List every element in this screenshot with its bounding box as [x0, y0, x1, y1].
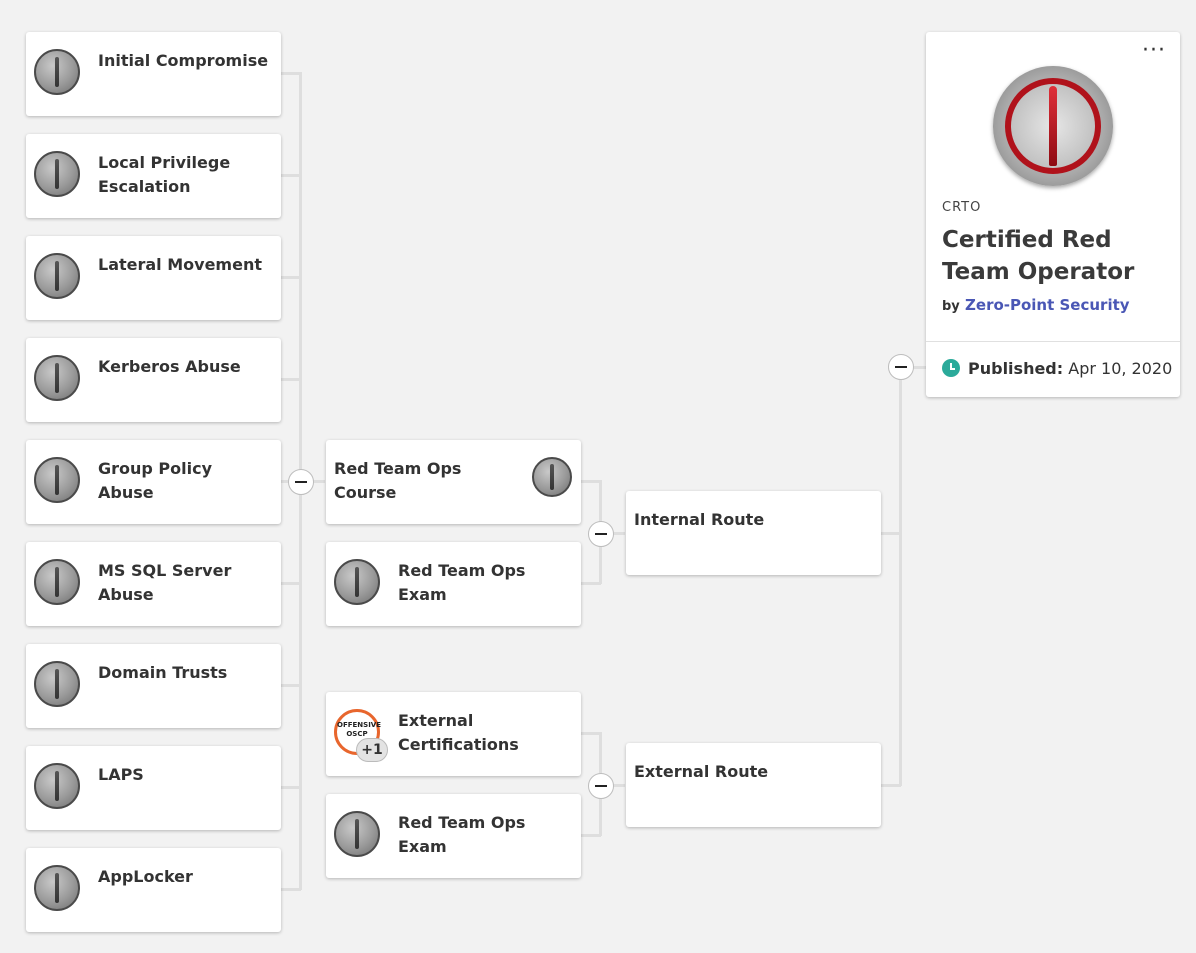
crto-medal-icon — [993, 66, 1113, 186]
rto-badge-icon — [34, 355, 80, 401]
connector-module-1 — [281, 174, 301, 177]
rto-badge-icon — [34, 763, 80, 809]
connector-internal-exam — [581, 582, 601, 585]
published-date: Apr 10, 2020 — [1068, 359, 1173, 378]
connector-module-3 — [281, 378, 301, 381]
external-certs-title: External Certifications — [398, 711, 519, 754]
route-title: External Route — [634, 762, 769, 781]
module-title: Lateral Movement — [98, 255, 262, 274]
certification-code: CRTO — [942, 200, 982, 215]
module-card-lateral-movement[interactable]: Lateral Movement — [26, 236, 281, 320]
module-card-group-policy-abuse[interactable]: Group Policy Abuse — [26, 440, 281, 524]
external-certifications-card[interactable]: OFFENSIVE OSCP +1 External Certification… — [326, 692, 581, 776]
connector-routes-vertical — [899, 366, 902, 786]
module-title: AppLocker — [98, 867, 193, 886]
collapse-internal-toggle[interactable] — [588, 521, 614, 547]
connector-module-8 — [281, 888, 301, 891]
connector-external-route — [881, 784, 901, 787]
collapse-routes-toggle[interactable] — [888, 354, 914, 380]
connector-module-2 — [281, 276, 301, 279]
rto-badge-icon — [34, 49, 80, 95]
medal-blade — [1049, 86, 1057, 166]
module-title: MS SQL Server Abuse — [98, 561, 232, 604]
module-title: LAPS — [98, 765, 144, 784]
internal-route-card[interactable]: Internal Route — [626, 491, 881, 575]
rto-badge-icon — [34, 151, 80, 197]
rto-badge-icon — [334, 559, 380, 605]
exam-title: Red Team Ops Exam — [398, 813, 526, 856]
route-title: Internal Route — [634, 510, 765, 529]
module-card-kerberos-abuse[interactable]: Kerberos Abuse — [26, 338, 281, 422]
rto-badge-icon — [532, 457, 572, 497]
module-title: Domain Trusts — [98, 663, 228, 682]
connector-module-0 — [281, 72, 301, 75]
certification-detail-card[interactable]: ··· CRTO Certified Red Team Operator by … — [926, 32, 1180, 397]
connector-module-5 — [281, 582, 301, 585]
rto-badge-icon — [34, 457, 80, 503]
by-label: by — [942, 299, 960, 314]
certification-name: Certified Red Team Operator — [942, 227, 1135, 285]
rto-badge-icon — [334, 811, 380, 857]
course-title: Red Team Ops Course — [334, 459, 462, 502]
module-card-local-privilege-escalation[interactable]: Local Privilege Escalation — [26, 134, 281, 218]
collapse-external-toggle[interactable] — [588, 773, 614, 799]
rto-badge-icon — [34, 865, 80, 911]
module-title: Kerberos Abuse — [98, 357, 241, 376]
issuer-link[interactable]: Zero-Point Security — [965, 296, 1130, 314]
rto-badge-icon — [34, 253, 80, 299]
connector-course — [581, 480, 601, 483]
published-label: Published: — [968, 359, 1064, 378]
rto-badge-icon — [34, 559, 80, 605]
additional-count-badge: +1 — [356, 738, 388, 762]
module-card-initial-compromise[interactable]: Initial Compromise — [26, 32, 281, 116]
rto-badge-icon — [34, 661, 80, 707]
divider — [926, 341, 1180, 342]
internal-exam-card[interactable]: Red Team Ops Exam — [326, 542, 581, 626]
more-options-icon[interactable]: ··· — [1142, 40, 1166, 62]
module-card-ms-sql-server-abuse[interactable]: MS SQL Server Abuse — [26, 542, 281, 626]
connector-external-exam — [581, 834, 601, 837]
connector-module-6 — [281, 684, 301, 687]
external-route-card[interactable]: External Route — [626, 743, 881, 827]
clock-icon — [942, 359, 960, 377]
issuer-line: by Zero-Point Security — [942, 296, 1130, 314]
course-card[interactable]: Red Team Ops Course — [326, 440, 581, 524]
collapse-modules-toggle[interactable] — [288, 469, 314, 495]
module-title: Local Privilege Escalation — [98, 153, 231, 196]
connector-module-7 — [281, 786, 301, 789]
published-line: Published: Apr 10, 2020 — [942, 359, 1172, 378]
module-title: Group Policy Abuse — [98, 459, 213, 502]
module-card-domain-trusts[interactable]: Domain Trusts — [26, 644, 281, 728]
exam-title: Red Team Ops Exam — [398, 561, 526, 604]
module-title: Initial Compromise — [98, 51, 269, 70]
connector-external-certs — [581, 732, 601, 735]
connector-internal-route — [881, 532, 901, 535]
module-card-applocker[interactable]: AppLocker — [26, 848, 281, 932]
external-exam-card[interactable]: Red Team Ops Exam — [326, 794, 581, 878]
module-card-laps[interactable]: LAPS — [26, 746, 281, 830]
